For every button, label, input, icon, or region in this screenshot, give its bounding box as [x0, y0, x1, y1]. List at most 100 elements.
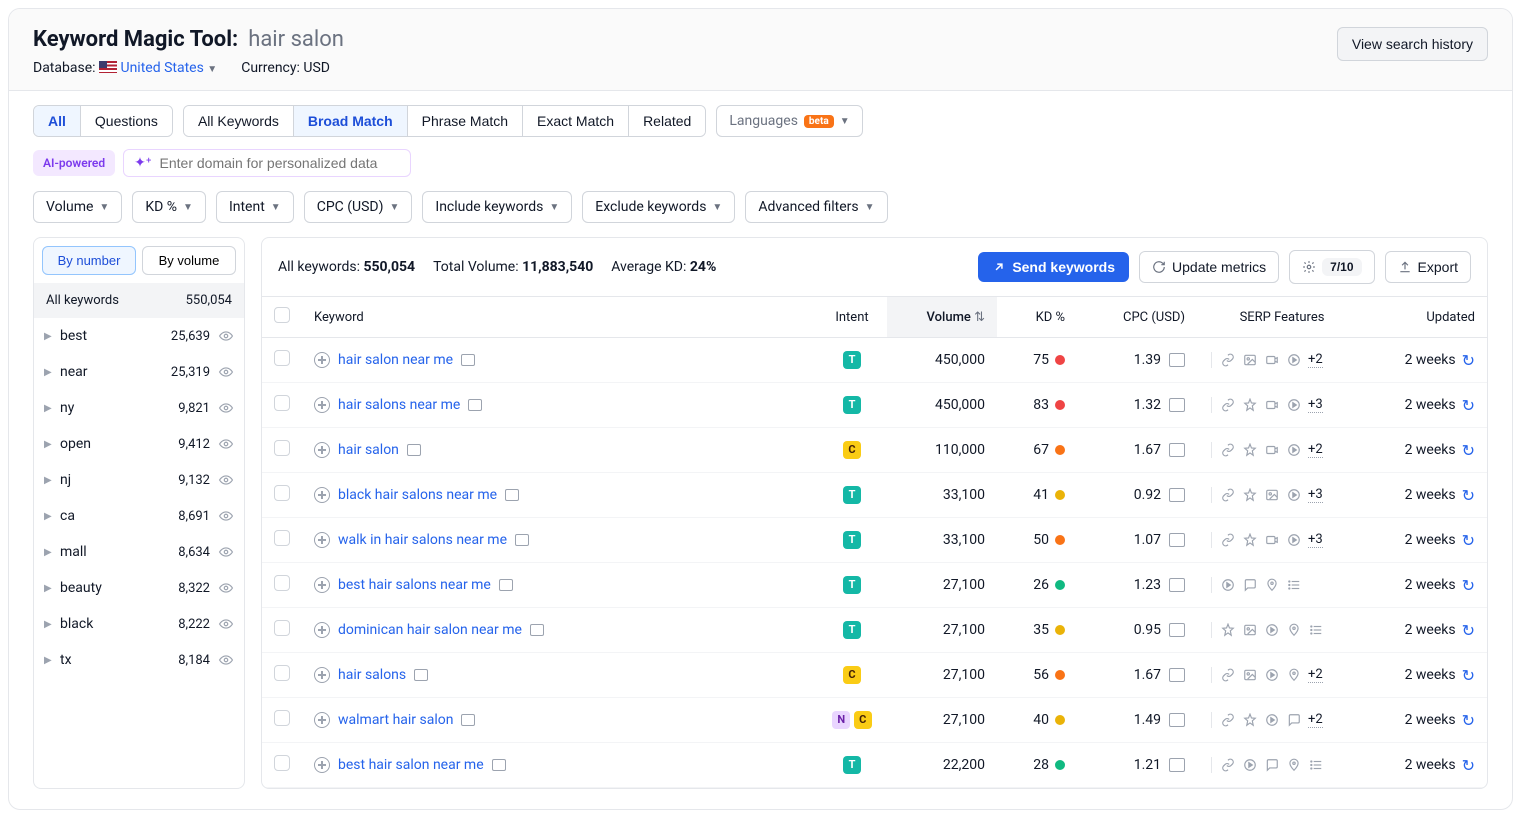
tab-broad-match[interactable]: Broad Match	[294, 106, 408, 136]
sidebar-item-nj[interactable]: ▶nj9,132	[34, 462, 244, 498]
refresh-icon[interactable]: ↻	[1462, 486, 1475, 505]
update-metrics-button[interactable]: Update metrics	[1139, 251, 1279, 283]
add-keyword-button[interactable]	[314, 712, 330, 728]
sidebar-item-ca[interactable]: ▶ca8,691	[34, 498, 244, 534]
row-checkbox[interactable]	[274, 665, 290, 681]
refresh-icon[interactable]: ↻	[1462, 441, 1475, 460]
add-keyword-button[interactable]	[314, 757, 330, 773]
filter-cpc-usd-[interactable]: CPC (USD)▼	[304, 191, 413, 223]
row-checkbox[interactable]	[274, 350, 290, 366]
col-updated[interactable]: Updated	[1367, 297, 1487, 338]
sidebar-sort-by-number[interactable]: By number	[42, 246, 136, 275]
cpc-trend-icon[interactable]	[1169, 488, 1185, 502]
keyword-link[interactable]: dominican hair salon near me	[338, 622, 522, 638]
eye-icon[interactable]	[218, 545, 234, 559]
more-features[interactable]: +2	[1308, 352, 1323, 368]
serp-preview-icon[interactable]	[461, 714, 475, 726]
cpc-trend-icon[interactable]	[1169, 353, 1185, 367]
eye-icon[interactable]	[218, 473, 234, 487]
cpc-trend-icon[interactable]	[1169, 533, 1185, 547]
cpc-trend-icon[interactable]	[1169, 668, 1185, 682]
add-keyword-button[interactable]	[314, 397, 330, 413]
sidebar-item-black[interactable]: ▶black8,222	[34, 606, 244, 642]
col-kd[interactable]: KD %	[997, 297, 1077, 338]
refresh-icon[interactable]: ↻	[1462, 531, 1475, 550]
sidebar-item-mall[interactable]: ▶mall8,634	[34, 534, 244, 570]
refresh-icon[interactable]: ↻	[1462, 711, 1475, 730]
credits-button[interactable]: 7/10	[1289, 250, 1374, 284]
more-features[interactable]: +3	[1308, 487, 1323, 503]
tab-related[interactable]: Related	[629, 106, 705, 136]
export-button[interactable]: Export	[1385, 251, 1471, 283]
sidebar-all-keywords[interactable]: All keywords 550,054	[34, 283, 244, 318]
filter-advanced-filters[interactable]: Advanced filters▼	[745, 191, 887, 223]
tab-exact-match[interactable]: Exact Match	[523, 106, 629, 136]
cpc-trend-icon[interactable]	[1169, 443, 1185, 457]
more-features[interactable]: +2	[1308, 712, 1323, 728]
sidebar-item-best[interactable]: ▶best25,639	[34, 318, 244, 354]
cpc-trend-icon[interactable]	[1169, 578, 1185, 592]
cpc-trend-icon[interactable]	[1169, 713, 1185, 727]
filter-include-keywords[interactable]: Include keywords▼	[422, 191, 572, 223]
row-checkbox[interactable]	[274, 755, 290, 771]
keyword-link[interactable]: walk in hair salons near me	[338, 532, 507, 548]
keyword-link[interactable]: hair salons	[338, 667, 406, 683]
sidebar-item-open[interactable]: ▶open9,412	[34, 426, 244, 462]
eye-icon[interactable]	[218, 329, 234, 343]
serp-preview-icon[interactable]	[461, 354, 475, 366]
keyword-link[interactable]: black hair salons near me	[338, 487, 497, 503]
col-cpc[interactable]: CPC (USD)	[1077, 297, 1197, 338]
more-features[interactable]: +3	[1308, 532, 1323, 548]
filter-volume[interactable]: Volume▼	[33, 191, 122, 223]
refresh-icon[interactable]: ↻	[1462, 351, 1475, 370]
more-features[interactable]: +2	[1308, 442, 1323, 458]
refresh-icon[interactable]: ↻	[1462, 621, 1475, 640]
serp-preview-icon[interactable]	[414, 669, 428, 681]
filter-intent[interactable]: Intent▼	[216, 191, 294, 223]
row-checkbox[interactable]	[274, 710, 290, 726]
languages-button[interactable]: Languages beta ▼	[716, 105, 862, 137]
eye-icon[interactable]	[218, 581, 234, 595]
more-features[interactable]: +2	[1308, 667, 1323, 683]
add-keyword-button[interactable]	[314, 667, 330, 683]
eye-icon[interactable]	[218, 509, 234, 523]
sidebar-sort-by-volume[interactable]: By volume	[142, 246, 236, 275]
sidebar-item-beauty[interactable]: ▶beauty8,322	[34, 570, 244, 606]
add-keyword-button[interactable]	[314, 442, 330, 458]
refresh-icon[interactable]: ↻	[1462, 576, 1475, 595]
eye-icon[interactable]	[218, 437, 234, 451]
add-keyword-button[interactable]	[314, 532, 330, 548]
serp-preview-icon[interactable]	[499, 579, 513, 591]
domain-input-wrapper[interactable]: ✦⁺	[123, 149, 410, 177]
refresh-icon[interactable]: ↻	[1462, 666, 1475, 685]
tab-all-keywords[interactable]: All Keywords	[184, 106, 294, 136]
keyword-link[interactable]: hair salons near me	[338, 397, 460, 413]
col-serp[interactable]: SERP Features	[1197, 297, 1367, 338]
add-keyword-button[interactable]	[314, 352, 330, 368]
keyword-link[interactable]: hair salon	[338, 442, 399, 458]
serp-preview-icon[interactable]	[505, 489, 519, 501]
sidebar-item-tx[interactable]: ▶tx8,184	[34, 642, 244, 678]
row-checkbox[interactable]	[274, 620, 290, 636]
tab-all[interactable]: All	[34, 106, 81, 136]
col-keyword[interactable]: Keyword	[302, 297, 817, 338]
eye-icon[interactable]	[218, 401, 234, 415]
col-intent[interactable]: Intent	[817, 297, 887, 338]
cpc-trend-icon[interactable]	[1169, 623, 1185, 637]
more-features[interactable]: +3	[1308, 397, 1323, 413]
refresh-icon[interactable]: ↻	[1462, 396, 1475, 415]
add-keyword-button[interactable]	[314, 622, 330, 638]
row-checkbox[interactable]	[274, 440, 290, 456]
serp-preview-icon[interactable]	[530, 624, 544, 636]
row-checkbox[interactable]	[274, 485, 290, 501]
sidebar-item-near[interactable]: ▶near25,319	[34, 354, 244, 390]
filter-kd-[interactable]: KD %▼	[132, 191, 206, 223]
keyword-link[interactable]: best hair salon near me	[338, 757, 484, 773]
refresh-icon[interactable]: ↻	[1462, 756, 1475, 775]
eye-icon[interactable]	[218, 653, 234, 667]
serp-preview-icon[interactable]	[515, 534, 529, 546]
add-keyword-button[interactable]	[314, 577, 330, 593]
row-checkbox[interactable]	[274, 395, 290, 411]
eye-icon[interactable]	[218, 365, 234, 379]
filter-exclude-keywords[interactable]: Exclude keywords▼	[582, 191, 735, 223]
